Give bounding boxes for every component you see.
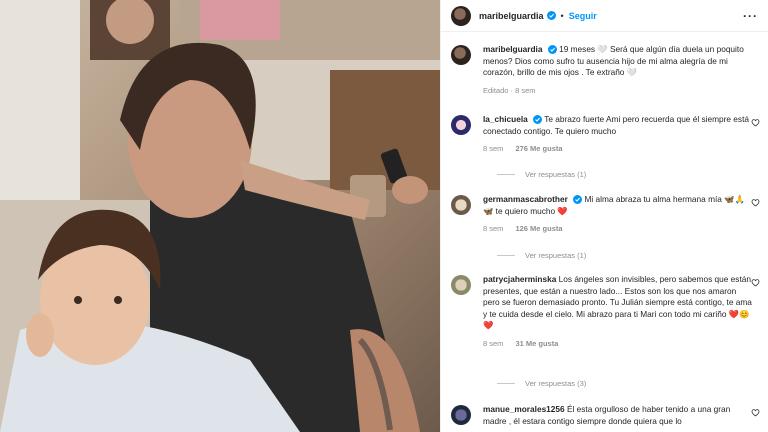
comments-panel: maribelguardia • Seguir ··· maribelguard…	[440, 0, 768, 432]
edited-label: Editado · 8 sem	[483, 85, 536, 95]
comment-username[interactable]: germanmascabrother	[483, 194, 568, 204]
author-username[interactable]: maribelguardia	[479, 11, 544, 21]
verified-badge-icon	[547, 45, 557, 55]
comment-username[interactable]: la_chicuela	[483, 114, 528, 124]
avatar[interactable]	[451, 5, 471, 26]
heart-outline-icon[interactable]	[751, 198, 760, 207]
post-header: maribelguardia • Seguir ···	[441, 0, 768, 32]
avatar[interactable]	[451, 45, 471, 65]
view-replies-button[interactable]: Ver respuestas (1)	[497, 170, 586, 179]
separator-dot: •	[560, 10, 564, 21]
avatar[interactable]	[451, 195, 471, 215]
verified-badge-icon	[573, 195, 583, 205]
comment: patrycjaherminska Los ángeles son invisi…	[451, 274, 760, 349]
heart-outline-icon[interactable]	[751, 118, 760, 127]
avatar[interactable]	[451, 115, 471, 135]
comment-likes[interactable]: 276 Me gusta	[515, 144, 562, 153]
comment-likes[interactable]: 126 Me gusta	[515, 224, 562, 233]
avatar[interactable]	[451, 405, 471, 425]
view-replies-label[interactable]: Ver respuestas (1)	[525, 251, 586, 260]
view-replies-button[interactable]: Ver respuestas (1)	[497, 251, 586, 260]
heart-outline-icon[interactable]	[751, 408, 760, 417]
post-caption: maribelguardia 19 meses 🤍 Será que algún…	[451, 44, 760, 96]
comment-username[interactable]: patrycjaherminska	[483, 274, 556, 284]
comment-time: 8 sem	[483, 338, 504, 348]
avatar[interactable]	[451, 275, 471, 295]
more-options-icon[interactable]: ···	[743, 9, 758, 23]
comment-username[interactable]: manue_morales1256	[483, 404, 565, 414]
heart-outline-icon[interactable]	[751, 278, 760, 287]
comment-time: 8 sem	[483, 224, 504, 233]
caption-username[interactable]: maribelguardia	[483, 44, 542, 54]
comment: germanmascabrother Mi alma abraza tu alm…	[451, 194, 760, 235]
comment: manue_morales1256 Él esta orgulloso de h…	[451, 404, 760, 427]
comment-time: 8 sem	[483, 144, 504, 153]
view-replies-label[interactable]: Ver respuestas (3)	[525, 379, 586, 388]
verified-badge-icon	[546, 11, 556, 20]
view-replies-button[interactable]: Ver respuestas (3)	[497, 379, 586, 388]
follow-button[interactable]: Seguir	[569, 11, 597, 21]
post-photo[interactable]	[0, 0, 440, 432]
view-replies-label[interactable]: Ver respuestas (1)	[525, 170, 586, 179]
comment-likes[interactable]: 31 Me gusta	[515, 339, 558, 348]
verified-badge-icon	[533, 115, 543, 125]
post-photo-image	[0, 0, 440, 432]
comment: la_chicuela Te abrazo fuerte Ami pero re…	[451, 114, 760, 155]
